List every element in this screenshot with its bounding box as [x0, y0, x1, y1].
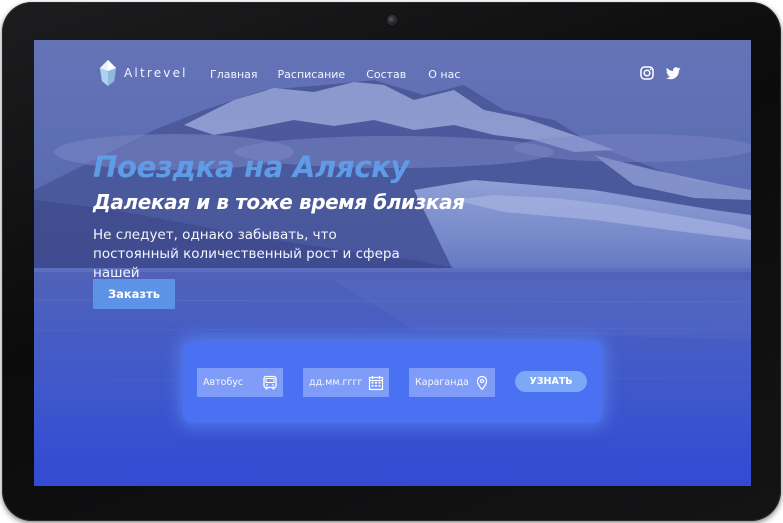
bus-icon [263, 375, 277, 389]
nav-item-fleet[interactable]: Состав [366, 68, 406, 81]
hero-subtitle: Далекая и в тоже время близкая [93, 190, 465, 214]
calendar-icon [368, 375, 384, 390]
main-navigation: Главная Расписание Состав О нас [210, 68, 480, 81]
transport-select[interactable]: Автобус [197, 368, 283, 397]
date-input[interactable]: дд.мм.гггг [303, 368, 389, 397]
nav-item-about[interactable]: О нас [428, 68, 460, 81]
order-button[interactable]: Заказть [93, 279, 175, 309]
front-camera [387, 15, 397, 25]
screen: Altrevel Главная Расписание Состав О нас… [34, 40, 751, 486]
hero-title: Поездка на Аляску [93, 150, 410, 184]
city-input[interactable]: Караганда [409, 368, 495, 397]
nav-item-schedule[interactable]: Расписание [278, 68, 346, 81]
crystal-logo-icon [100, 60, 116, 86]
brand-logo[interactable]: Altrevel [98, 59, 188, 87]
date-placeholder: дд.мм.гггг [309, 377, 363, 388]
city-value: Караганда [415, 377, 469, 388]
tablet-frame: Altrevel Главная Расписание Состав О нас… [2, 2, 781, 521]
transport-value: Автобус [203, 377, 244, 388]
nav-item-home[interactable]: Главная [210, 68, 258, 81]
brand-name: Altrevel [124, 66, 188, 80]
twitter-icon[interactable] [666, 67, 681, 80]
location-pin-icon [476, 375, 488, 390]
instagram-icon[interactable] [640, 66, 654, 80]
booking-panel: Автобус дд.мм.гггг Караганда УЗНАТЬ [183, 341, 602, 423]
hero-description: Не следует, однако забывать, что постоян… [93, 227, 400, 281]
search-button[interactable]: УЗНАТЬ [515, 371, 587, 392]
